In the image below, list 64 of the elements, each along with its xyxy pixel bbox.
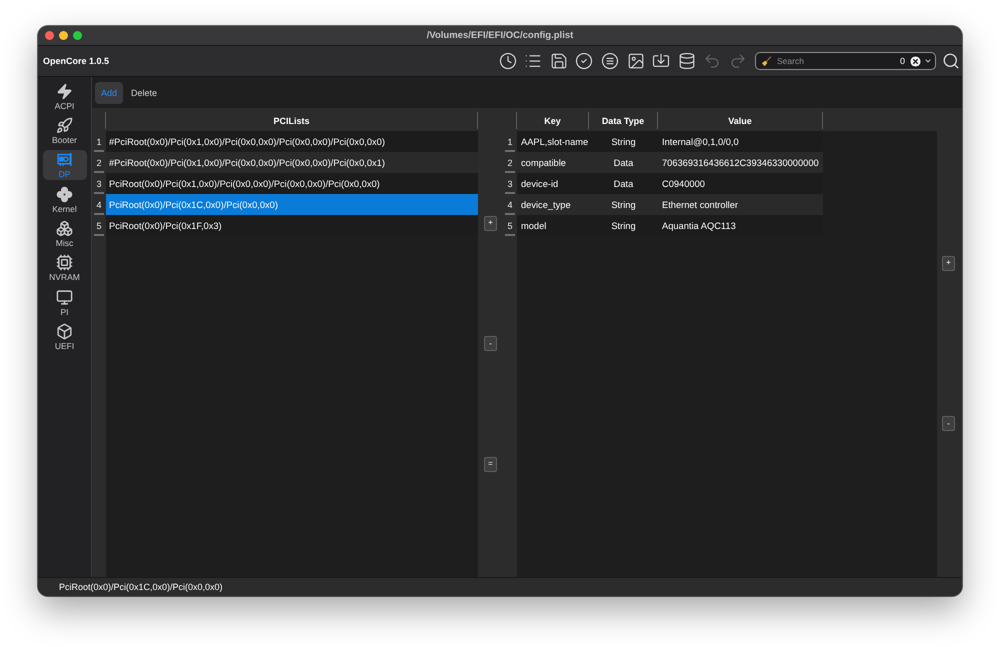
list-action-button[interactable]: =: [484, 456, 497, 472]
maximize-button[interactable]: [73, 31, 82, 40]
caret-icon[interactable]: [924, 57, 932, 65]
sidebar-item[interactable]: NVRAM: [42, 252, 86, 283]
row-number: 5: [92, 215, 106, 236]
sidebar-item[interactable]: UEFI: [42, 322, 86, 352]
clear-icon[interactable]: [910, 56, 921, 66]
search-icon[interactable]: [942, 52, 960, 70]
property-type: Data: [589, 152, 658, 173]
minimize-button[interactable]: [59, 31, 68, 40]
list-action-button[interactable]: +: [484, 216, 497, 230]
row-number: 3: [503, 173, 517, 194]
row-number: 1: [92, 131, 106, 152]
row-number: 2: [92, 152, 106, 173]
sidebar-item[interactable]: Kernel: [42, 184, 86, 214]
property-key: compatible: [517, 152, 589, 173]
row-number: 5: [503, 215, 517, 236]
rocket-icon: [56, 116, 73, 134]
list-icon[interactable]: [524, 52, 542, 70]
lightning-icon: [56, 82, 73, 100]
list-action-button[interactable]: -: [484, 336, 497, 351]
app-version-label: OpenCore 1.0.5: [43, 56, 110, 66]
save-icon[interactable]: [550, 52, 568, 70]
broom-icon[interactable]: [761, 56, 772, 66]
check-circle-icon[interactable]: [575, 52, 594, 70]
four-circles-icon: [56, 186, 73, 203]
property-key: device_type: [517, 194, 589, 215]
database-icon[interactable]: [678, 52, 696, 70]
property-value: 706369316436612C39346330000000: [658, 152, 823, 173]
property-value: Ethernet controller: [658, 194, 823, 215]
row-number: 1: [503, 131, 517, 152]
graphics-card-icon: [56, 151, 73, 168]
chip-icon: [56, 254, 73, 272]
window-title: /Volumes/EFI/EFI/OC/config.plist: [426, 30, 574, 41]
sidebar-item[interactable]: Booter: [42, 115, 86, 146]
property-type: String: [589, 194, 658, 215]
picture-icon[interactable]: [626, 52, 645, 70]
monitor-icon: [56, 288, 73, 306]
device-path-row[interactable]: #PciRoot(0x0)/Pci(0x1,0x0)/Pci(0x0,0x0)/Pci(0x0,0x0)/Pci(0x0,0x1): [106, 152, 478, 173]
search-field[interactable]: Search 0: [755, 52, 936, 70]
clock-icon[interactable]: [498, 52, 517, 70]
sidebar-item[interactable]: PI: [42, 287, 86, 318]
column-header: Data Type: [589, 112, 658, 129]
import-icon[interactable]: [652, 52, 670, 70]
column-header: Value: [658, 112, 823, 129]
sidebar-item[interactable]: Misc: [42, 218, 86, 249]
row-number: 4: [92, 194, 106, 215]
device-path-row[interactable]: PciRoot(0x0)/Pci(0x1C,0x0)/Pci(0x0,0x0): [106, 194, 478, 215]
search-input[interactable]: Search: [775, 54, 897, 68]
status-text: PciRoot(0x0)/Pci(0x1C,0x0)/Pci(0x0,0x0): [59, 582, 223, 592]
sidebar-item[interactable]: ACPI: [42, 81, 86, 111]
column-header: Key: [517, 112, 589, 129]
search-count: 0: [900, 56, 905, 66]
column-header: PCILists: [106, 112, 478, 129]
property-action-button[interactable]: +: [942, 256, 955, 271]
boxes-icon: [56, 220, 73, 238]
row-number: 2: [503, 152, 517, 173]
close-button[interactable]: [45, 31, 54, 40]
section-tab[interactable]: Delete: [125, 82, 164, 104]
property-action-button[interactable]: -: [942, 416, 955, 432]
row-number: 4: [503, 194, 517, 215]
row-number: 3: [92, 173, 106, 194]
list-circle-icon[interactable]: [601, 52, 620, 70]
cube-icon: [56, 323, 73, 340]
